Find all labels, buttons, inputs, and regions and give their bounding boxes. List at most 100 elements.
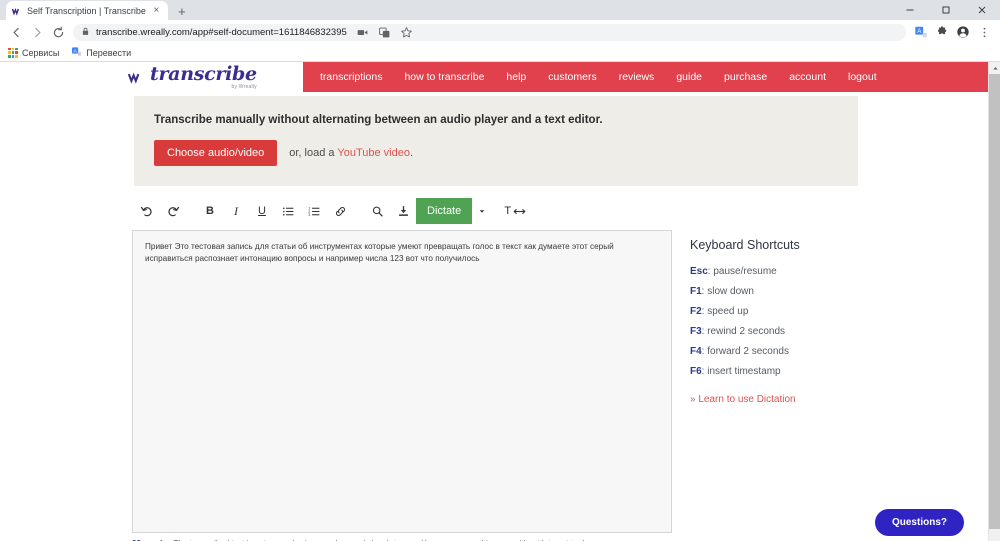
nav-item-account[interactable]: account: [778, 62, 837, 92]
transcribe-logo-icon: [128, 70, 145, 85]
link-icon[interactable]: [327, 198, 353, 224]
shortcut-row-f6: F6: insert timestamp: [690, 366, 880, 377]
bookmarks-bar: Сервисы A Перевести: [0, 44, 1000, 62]
search-icon[interactable]: [364, 198, 390, 224]
site-nav: transcriptions how to transcribe help cu…: [303, 62, 988, 92]
shortcut-desc: : slow down: [701, 286, 754, 297]
shortcuts-title: Keyboard Shortcuts: [690, 238, 800, 252]
omnibox-actions: [353, 22, 417, 42]
editor-and-shortcuts: Привет Это тестовая запись для статьи об…: [132, 230, 988, 533]
page-scrollbar[interactable]: [988, 62, 1000, 541]
editor-toolbar: B I U 123 Dictate T: [134, 198, 674, 224]
redo-icon[interactable]: [160, 198, 186, 224]
banner-headline: Transcribe manually without alternating …: [154, 114, 603, 126]
maximize-icon[interactable]: [928, 0, 964, 20]
shortcut-key: F3: [690, 326, 702, 337]
underline-button[interactable]: U: [249, 198, 275, 224]
banner-actions: Choose audio/video or, load a YouTube vi…: [154, 140, 838, 166]
numbered-list-icon[interactable]: 123: [301, 198, 327, 224]
close-window-icon[interactable]: [964, 0, 1000, 20]
brand-name: transcribe: [150, 62, 257, 85]
brand-tagline: by Wreally: [231, 83, 257, 90]
load-youtube-text: or, load a YouTube video.: [289, 147, 413, 159]
new-tab-button[interactable]: +: [172, 2, 192, 20]
translate-icon: A: [71, 44, 82, 62]
nav-item-logout[interactable]: logout: [837, 62, 888, 92]
translate-page-icon[interactable]: [375, 22, 395, 42]
browser-toolbar: transcribe.wreally.com/app#self-document…: [0, 20, 1000, 44]
bookmark-label: Перевести: [86, 47, 132, 58]
transcription-text: Привет Это тестовая запись для статьи об…: [145, 242, 614, 263]
scrollbar-thumb[interactable]: [989, 74, 1000, 529]
shortcut-key: Esc: [690, 266, 708, 277]
nav-item-guide[interactable]: guide: [665, 62, 713, 92]
address-bar-url: transcribe.wreally.com/app#self-document…: [96, 26, 347, 38]
shortcut-key: F1: [690, 286, 702, 297]
shortcut-row-esc: Esc: pause/resume: [690, 266, 880, 277]
brand-text: transcribe by Wreally: [150, 62, 257, 90]
shortcut-desc: : rewind 2 seconds: [701, 326, 786, 337]
translate-extension-icon[interactable]: A: [911, 22, 931, 42]
tab-strip: Self Transcription | Transcribe × +: [0, 0, 1000, 20]
or-load-suffix: .: [409, 147, 414, 159]
svg-text:3: 3: [308, 213, 310, 217]
window-controls: [892, 0, 1000, 20]
media-cast-icon[interactable]: [353, 22, 373, 42]
upload-banner: Transcribe manually without alternating …: [134, 96, 858, 186]
shortcut-desc: : insert timestamp: [701, 366, 781, 377]
shortcut-row-f3: F3: rewind 2 seconds: [690, 326, 880, 337]
browser-menu-icon[interactable]: [974, 22, 994, 42]
bookmark-item-services[interactable]: Сервисы: [8, 47, 59, 58]
italic-button[interactable]: I: [223, 198, 249, 224]
nav-item-customers[interactable]: customers: [537, 62, 607, 92]
choose-audio-video-button[interactable]: Choose audio/video: [154, 140, 278, 166]
text-width-group: T: [502, 198, 528, 224]
lock-icon: [81, 23, 90, 41]
format-group: B I U 123: [197, 198, 353, 224]
apps-grid-icon: [8, 47, 18, 58]
shortcut-row-f2: F2: speed up: [690, 306, 880, 317]
nav-item-transcriptions[interactable]: transcriptions: [309, 62, 393, 92]
tools-group: Dictate: [364, 198, 491, 224]
or-load-prefix: or, load a: [289, 147, 338, 159]
nav-item-help[interactable]: help: [495, 62, 537, 92]
back-icon[interactable]: [6, 22, 26, 42]
dictate-button[interactable]: Dictate: [416, 198, 473, 224]
nav-item-reviews[interactable]: reviews: [608, 62, 666, 92]
tab-title: Self Transcription | Transcribe: [27, 5, 146, 16]
transcription-editor[interactable]: Привет Это тестовая запись для статьи об…: [132, 230, 672, 533]
shortcut-row-f4: F4: forward 2 seconds: [690, 346, 880, 357]
page-viewport: transcribe by Wreally transcriptions how…: [0, 62, 1000, 541]
site-header: transcribe by Wreally transcriptions how…: [0, 62, 988, 92]
keyboard-shortcuts-panel: Keyboard Shortcuts Esc: pause/resume F1:…: [690, 230, 880, 533]
minimize-icon[interactable]: [892, 0, 928, 20]
bullet-list-icon[interactable]: [275, 198, 301, 224]
forward-icon[interactable]: [27, 22, 47, 42]
shortcut-desc: : speed up: [701, 306, 749, 317]
history-group: [134, 198, 186, 224]
scroll-up-arrow-icon[interactable]: [989, 62, 1000, 74]
undo-icon[interactable]: [134, 198, 160, 224]
extensions-puzzle-icon[interactable]: [932, 22, 952, 42]
browser-window: Self Transcription | Transcribe × + tran…: [0, 0, 1000, 541]
bookmark-item-translate[interactable]: A Перевести: [71, 44, 131, 62]
dictate-dropdown-caret-icon[interactable]: [472, 198, 491, 224]
download-icon[interactable]: [390, 198, 416, 224]
reload-icon[interactable]: [48, 22, 68, 42]
shortcut-key: F2: [690, 306, 702, 317]
close-tab-icon[interactable]: ×: [151, 5, 162, 16]
shortcut-desc: : forward 2 seconds: [701, 346, 789, 357]
address-bar[interactable]: transcribe.wreally.com/app#self-document…: [73, 22, 906, 42]
questions-support-button[interactable]: Questions?: [874, 509, 964, 536]
youtube-video-link[interactable]: YouTube video: [337, 147, 410, 159]
brand-logo-block[interactable]: transcribe by Wreally: [128, 62, 303, 92]
browser-tab[interactable]: Self Transcription | Transcribe ×: [6, 1, 168, 20]
bookmark-star-icon[interactable]: [397, 22, 417, 42]
nav-item-how-to-transcribe[interactable]: how to transcribe: [393, 62, 495, 92]
text-width-icon[interactable]: T: [502, 198, 528, 224]
profile-avatar-icon[interactable]: [953, 22, 973, 42]
bold-button[interactable]: B: [197, 198, 223, 224]
nav-item-purchase[interactable]: purchase: [713, 62, 778, 92]
transcribe-favicon-icon: [12, 6, 22, 16]
learn-dictation-link[interactable]: » Learn to use Dictation: [690, 394, 880, 405]
